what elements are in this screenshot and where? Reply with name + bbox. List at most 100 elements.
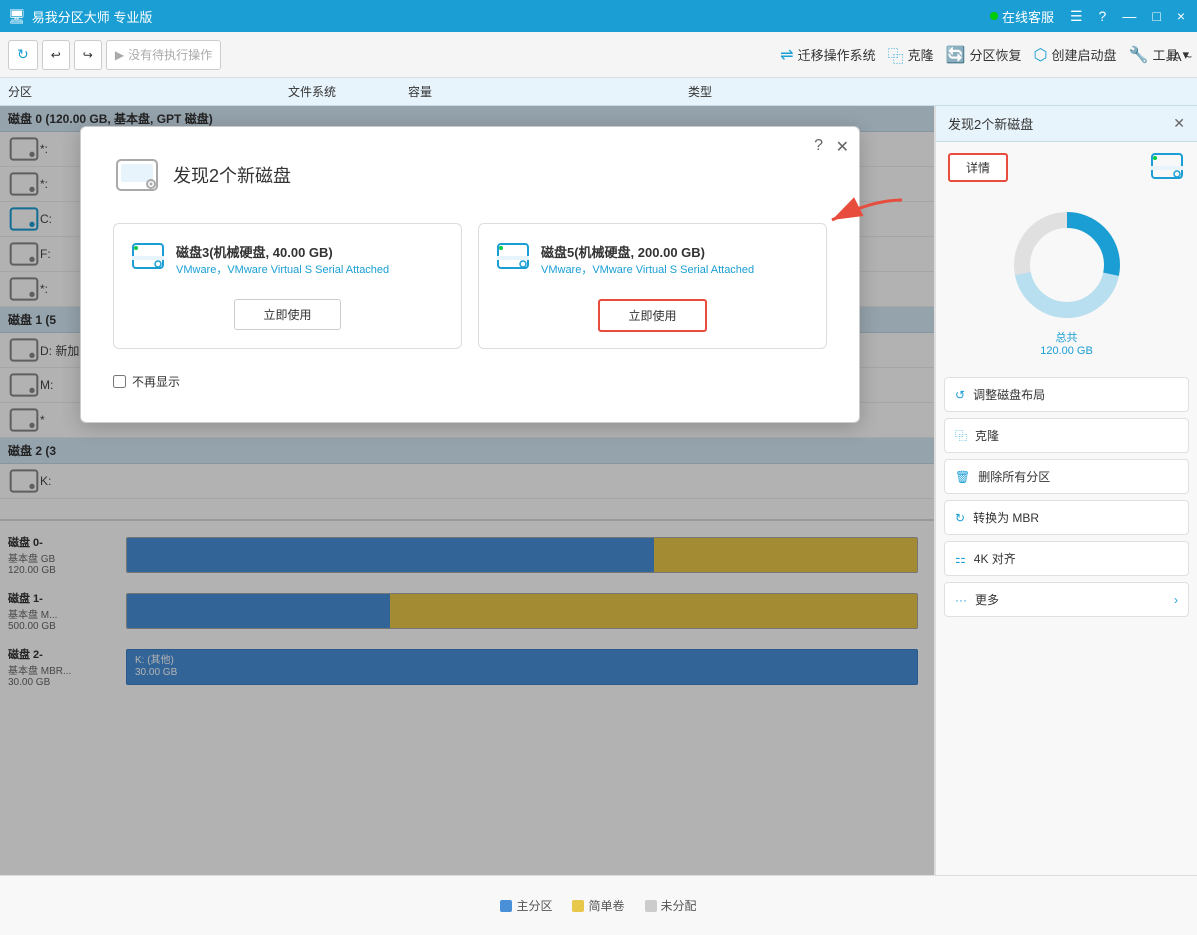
disk5-sub: VMware，VMware Virtual S Serial Attached [541,261,754,277]
tools-icon: 🔧 [1129,45,1149,65]
disk-icon-right [1149,150,1185,185]
disk3-use-btn[interactable]: 立即使用 [234,299,340,330]
modal-overlay: ? ✕ 发现2个新磁盘 [0,106,935,875]
convert-icon: ↻ [955,511,965,525]
delete-all-partitions-btn[interactable]: 🗑 删除所有分区 [944,459,1189,494]
menu-icon-btn[interactable]: ☰ [1066,6,1087,27]
minimize-btn[interactable]: — [1118,6,1140,26]
4k-icon: ⚏ [955,552,966,566]
modal-title: 发现2个新磁盘 [113,151,827,199]
4k-align-btn[interactable]: ⚏ 4K 对齐 [944,541,1189,576]
right-panel-close-btn[interactable]: ✕ [1173,115,1185,132]
col-type-header: 类型 [688,83,888,100]
app-title: 易我分区大师 专业版 [32,7,153,26]
right-panel: 发现2个新磁盘 ✕ 详情 总共 [935,106,1197,875]
delete-icon: 🗑 [955,470,970,484]
toolbar-right: ⇌ 迁移操作系统 ⿻ 克隆 🔄 分区恢复 ⬡ 创建启动盘 🔧 工具 ▾ [780,43,1189,67]
right-panel-title: 发现2个新磁盘 [948,114,1033,133]
no-show-checkbox-item[interactable]: 不再显示 [113,373,180,390]
legend-unallocated: 未分配 [645,897,697,914]
more-actions-left: ··· 更多 [955,591,999,608]
donut-chart [1007,205,1127,325]
no-show-label: 不再显示 [132,373,180,390]
app-icon: 🖥 [8,8,26,25]
title-bar-left: 🖥 易我分区大师 专业版 [8,7,152,26]
total-size: 120.00 GB [1040,345,1093,357]
undo-btn[interactable]: ↩ [42,40,70,70]
detail-btn[interactable]: 详情 [948,153,1008,182]
right-disk-svg [1149,150,1185,182]
maximize-btn[interactable]: □ [1148,6,1164,26]
4k-label: 4K 对齐 [974,550,1016,567]
modal-title-icon [113,151,161,199]
migrate-os-btn[interactable]: ⇌ 迁移操作系统 [780,45,875,65]
right-actions: ↺ 调整磁盘布局 ⿻ 克隆 🗑 删除所有分区 ↻ 转换为 MBR ⚏ 4K 对齐 [936,369,1197,631]
disk3-card: 磁盘3(机械硬盘, 40.00 GB) VMware，VMware Virtua… [113,223,462,349]
migrate-icon: ⇌ [780,45,793,65]
more-icon: ··· [955,593,967,607]
close-btn[interactable]: × [1173,6,1189,26]
legend-unallocated-label: 未分配 [661,897,697,914]
disk5-info: 磁盘5(机械硬盘, 200.00 GB) VMware，VMware Virtu… [541,242,754,277]
clone-action-icon: ⿻ [955,427,967,444]
convert-mbr-btn[interactable]: ↻ 转换为 MBR [944,500,1189,535]
disk3-info: 磁盘3(机械硬盘, 40.00 GB) VMware，VMware Virtua… [176,242,389,277]
clone-label: 克隆 [908,45,934,64]
disk5-use-btn[interactable]: 立即使用 [598,299,706,332]
legend-dot-primary [500,900,512,912]
legend-simple: 简单卷 [572,897,624,914]
restore-btn[interactable]: 🔄 分区恢复 [946,45,1022,65]
modal-box: ? ✕ 发现2个新磁盘 [80,126,860,423]
toolbar-left: ↻ ↩ ↪ ▶ 没有待执行操作 [8,40,221,70]
create-boot-btn[interactable]: ⬡ 创建启动盘 [1034,45,1117,65]
pending-operations-btn[interactable]: ▶ 没有待执行操作 [106,40,221,70]
refresh-btn[interactable]: ↻ [8,40,38,70]
disk3-sub: VMware，VMware Virtual S Serial Attached [176,261,389,277]
help-icon-btn[interactable]: ? [1095,6,1111,26]
detail-row: 详情 [936,142,1197,193]
donut-label: 总共 120.00 GB [1040,329,1093,357]
nav-icons: ☰ ? — □ × [1066,6,1189,27]
table-header: 分区 文件系统 容量 类型 [0,78,1197,106]
legend-dot-unallocated [645,900,657,912]
legend-dot-simple [572,900,584,912]
disk-icon-svg [113,154,161,196]
main-layout: 磁盘 0 (120.00 GB, 基本盘, GPT 磁盘) *: *: C: F… [0,106,1197,875]
online-service-label: 在线客服 [1002,7,1054,26]
adjust-layout-icon: ↺ [955,388,965,402]
modal-title-text: 发现2个新磁盘 [173,162,291,188]
restore-icon: 🔄 [946,45,966,65]
disk5-card-header: 磁盘5(机械硬盘, 200.00 GB) VMware，VMware Virtu… [495,240,810,279]
boot-icon: ⬡ [1034,45,1048,65]
more-actions-btn[interactable]: ··· 更多 › [944,582,1189,617]
toolbar: ↻ ↩ ↪ ▶ 没有待执行操作 ⇌ 迁移操作系统 ⿻ 克隆 🔄 分区恢复 ⬡ 创… [0,32,1197,78]
disk5-card: 磁盘5(机械硬盘, 200.00 GB) VMware，VMware Virtu… [478,223,827,349]
online-service[interactable]: 在线客服 [990,7,1054,26]
online-dot [990,12,998,20]
disk3-name: 磁盘3(机械硬盘, 40.00 GB) [176,242,389,261]
clone-action-btn[interactable]: ⿻ 克隆 [944,418,1189,453]
no-show-checkbox[interactable] [113,375,126,388]
left-panel: 磁盘 0 (120.00 GB, 基本盘, GPT 磁盘) *: *: C: F… [0,106,935,875]
legend-primary: 主分区 [500,897,552,914]
title-bar: 🖥 易我分区大师 专业版 在线客服 ☰ ? — □ × [0,0,1197,32]
redo-icon: ↪ [83,48,93,62]
delete-all-label: 删除所有分区 [978,468,1050,485]
redo-btn[interactable]: ↪ [74,40,102,70]
modal-close-btn[interactable]: ✕ [836,137,849,157]
clone-icon: ⿻ [888,43,904,67]
convert-label: 转换为 MBR [973,509,1039,526]
modal-footer: 不再显示 [113,373,827,390]
clone-btn[interactable]: ⿻ 克隆 [888,43,934,67]
refresh-icon: ↻ [17,46,29,63]
more-label: 更多 [975,591,999,608]
disk-cards: 磁盘3(机械硬盘, 40.00 GB) VMware，VMware Virtua… [113,223,827,349]
more-arrow-icon: › [1174,593,1178,607]
legend-simple-label: 简单卷 [588,897,624,914]
modal-help-btn[interactable]: ? [814,137,823,155]
adjust-layout-btn[interactable]: ↺ 调整磁盘布局 [944,377,1189,412]
create-boot-label: 创建启动盘 [1052,45,1117,64]
bottom-bar: 主分区 简单卷 未分配 [0,875,1197,935]
undo-icon: ↩ [51,48,61,62]
pending-label: 没有待执行操作 [128,46,212,63]
